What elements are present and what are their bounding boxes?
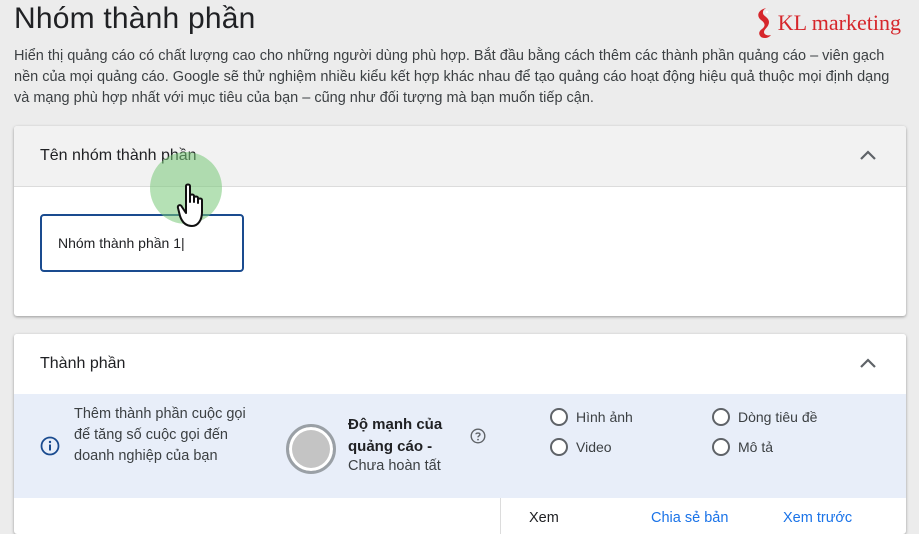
chevron-up-icon[interactable] [856,352,880,376]
assets-card: Thành phần Thêm thành phần cuộc gọi để t… [14,334,906,534]
ad-strength-indicator [286,424,336,474]
radio-icon[interactable] [712,438,730,456]
help-icon[interactable] [470,428,486,444]
assets-title: Thành phần [40,355,126,372]
checklist-label: Video [576,439,612,455]
checklist-item-video[interactable]: Video [550,438,612,456]
preview-toolbar: Xem Chia sẻ bản Xem trước [500,498,907,534]
view-label: Xem [529,510,559,526]
checklist-label: Dòng tiêu đề [738,409,818,425]
page-title: Nhóm thành phần [14,2,256,35]
asset-group-name-header[interactable]: Tên nhóm thành phần [14,126,906,187]
call-asset-banner: Thêm thành phần cuộc gọi để tăng số cuộc… [14,394,906,498]
assets-header[interactable]: Thành phần [14,334,906,394]
share-link[interactable]: Chia sẻ bản [651,510,728,526]
hand-cursor-icon [176,183,203,227]
checklist-label: Hình ảnh [576,409,633,425]
radio-icon[interactable] [550,408,568,426]
dragon-logo-icon [758,8,771,39]
brand-logo: KL marketing [752,6,901,40]
radio-icon[interactable] [712,408,730,426]
page-description: Hiển thị quảng cáo có chất lượng cao cho… [14,48,890,106]
info-icon [40,436,60,456]
preview-link[interactable]: Xem trước [783,510,852,526]
brand-name: KL marketing [777,10,901,35]
checklist-item-headlines[interactable]: Dòng tiêu đề [712,408,817,426]
asset-group-name-card: Tên nhóm thành phần [14,126,906,316]
banner-message: Thêm thành phần cuộc gọi để tăng số cuộc… [74,406,246,464]
ad-strength-status: Chưa hoàn tất [348,458,441,474]
checklist-item-descriptions[interactable]: Mô tả [712,438,773,456]
radio-icon[interactable] [550,438,568,456]
checklist-item-images[interactable]: Hình ảnh [550,408,633,426]
chevron-up-icon[interactable] [856,144,880,168]
ad-strength-label: Độ mạnh của quảng cáo - [348,416,443,455]
checklist-label: Mô tả [738,439,774,455]
